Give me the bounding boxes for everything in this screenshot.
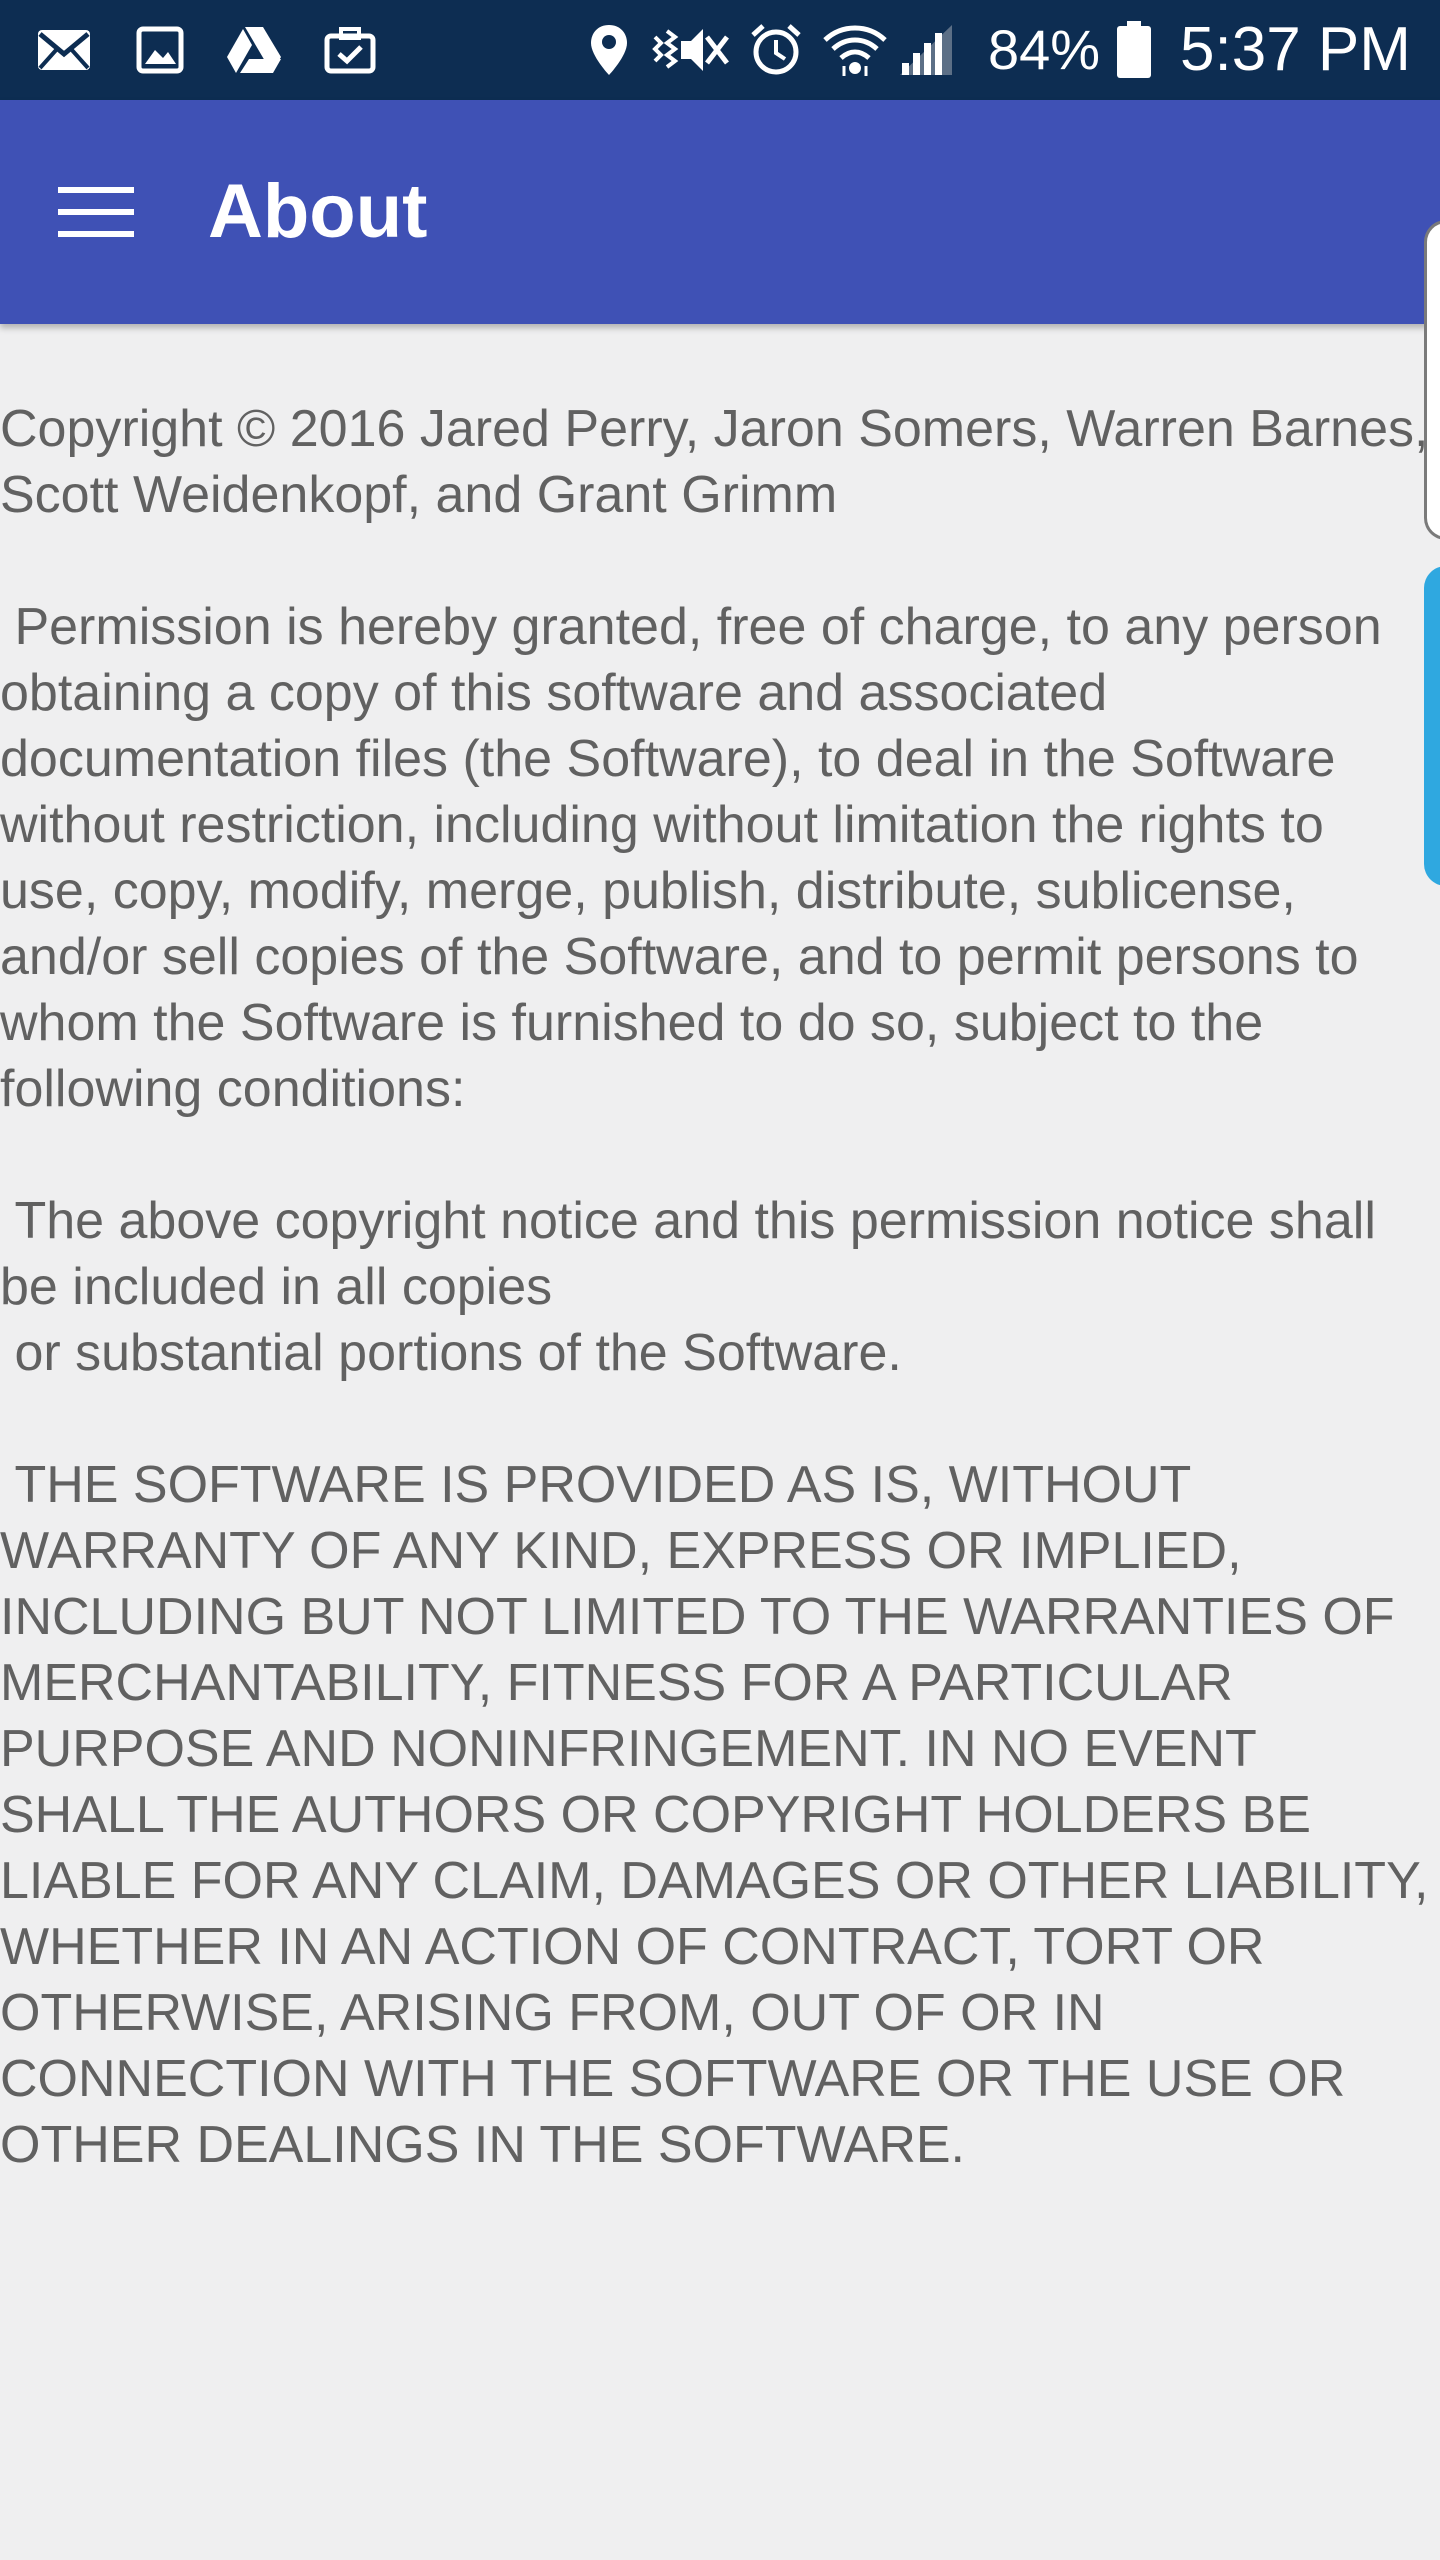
notice-paragraph: The above copyright notice and this perm… xyxy=(0,1192,1376,1382)
copyright-paragraph: Copyright © 2016 Jared Perry, Jaron Some… xyxy=(0,400,1429,524)
vibrate-icon xyxy=(650,22,730,78)
menu-button[interactable] xyxy=(40,166,152,258)
edge-screen-handle[interactable] xyxy=(1424,566,1440,886)
alarm-icon xyxy=(748,22,804,78)
battery-percent: 84% xyxy=(988,18,1101,81)
location-icon xyxy=(584,22,634,78)
clock: 5:37 PM xyxy=(1180,15,1411,84)
edge-panel-handle[interactable] xyxy=(1424,220,1440,540)
signal-icon xyxy=(896,22,956,78)
app-bar: About xyxy=(0,100,1440,324)
briefcase-icon xyxy=(322,22,378,78)
drive-icon xyxy=(224,22,284,78)
status-bar: 84% 5:37 PM xyxy=(0,0,1440,100)
wifi-icon xyxy=(820,22,890,78)
warranty-paragraph: THE SOFTWARE IS PROVIDED AS IS, WITHOUT … xyxy=(0,1456,1429,2174)
license-text: Copyright © 2016 Jared Perry, Jaron Some… xyxy=(0,396,1430,2244)
email-icon xyxy=(34,22,94,78)
permission-paragraph: Permission is hereby granted, free of ch… xyxy=(0,598,1397,1118)
gallery-icon xyxy=(134,22,186,78)
page-title: About xyxy=(208,169,428,254)
hamburger-menu-icon xyxy=(58,187,134,237)
battery-icon xyxy=(1114,21,1154,78)
